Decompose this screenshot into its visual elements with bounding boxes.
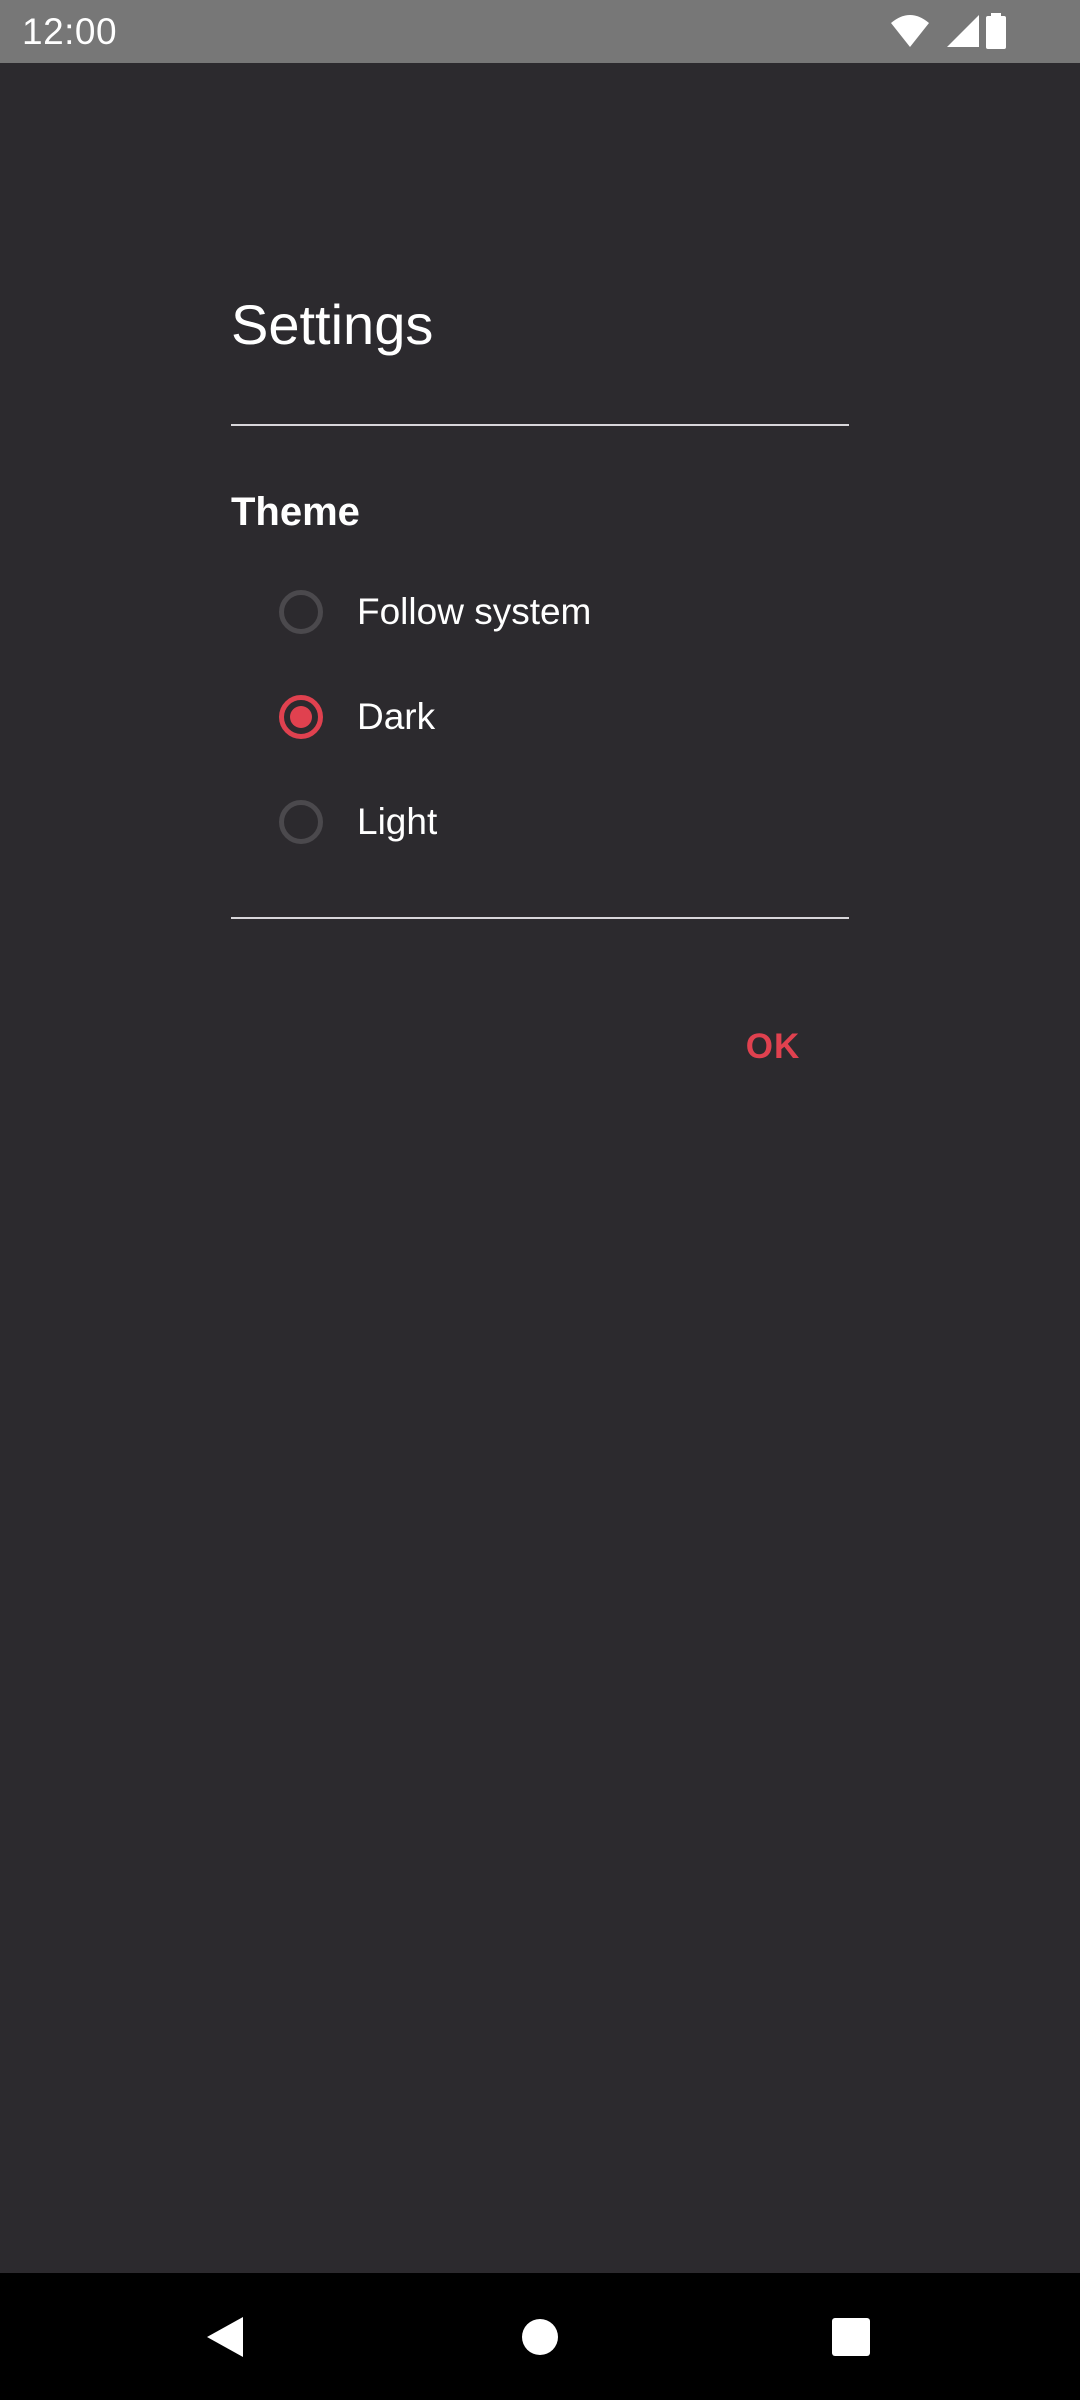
radio-checked-icon[interactable] (279, 695, 323, 739)
battery-icon (986, 13, 1006, 49)
recents-button[interactable] (781, 2273, 921, 2400)
cell-signal-icon (947, 15, 979, 47)
recents-icon (832, 2317, 870, 2356)
radio-label-dark: Dark (357, 696, 436, 737)
ok-button[interactable]: OK (728, 1015, 818, 1079)
wifi-icon (891, 15, 929, 47)
back-icon (207, 2316, 243, 2357)
navigation-bar (0, 2273, 1080, 2400)
radio-label-light: Light (357, 801, 438, 842)
bottom-divider (231, 917, 849, 919)
radio-label-follow-system: Follow system (357, 591, 592, 632)
radio-light[interactable]: Light (275, 793, 835, 863)
radio-unchecked-icon[interactable] (279, 800, 323, 844)
top-divider (231, 424, 849, 426)
home-icon (522, 2318, 558, 2355)
radio-unchecked-icon[interactable] (279, 590, 323, 634)
back-button[interactable] (155, 2273, 295, 2400)
home-button[interactable] (470, 2273, 610, 2400)
radio-follow-system[interactable]: Follow system (275, 583, 835, 653)
dialog-title: Settings (231, 293, 434, 356)
status-time: 12:00 (22, 11, 118, 52)
status-bar: 12:00 (0, 0, 1080, 63)
radio-dark[interactable]: Dark (275, 688, 835, 758)
theme-section-title: Theme (231, 490, 360, 534)
settings-dialog (0, 63, 1080, 2273)
